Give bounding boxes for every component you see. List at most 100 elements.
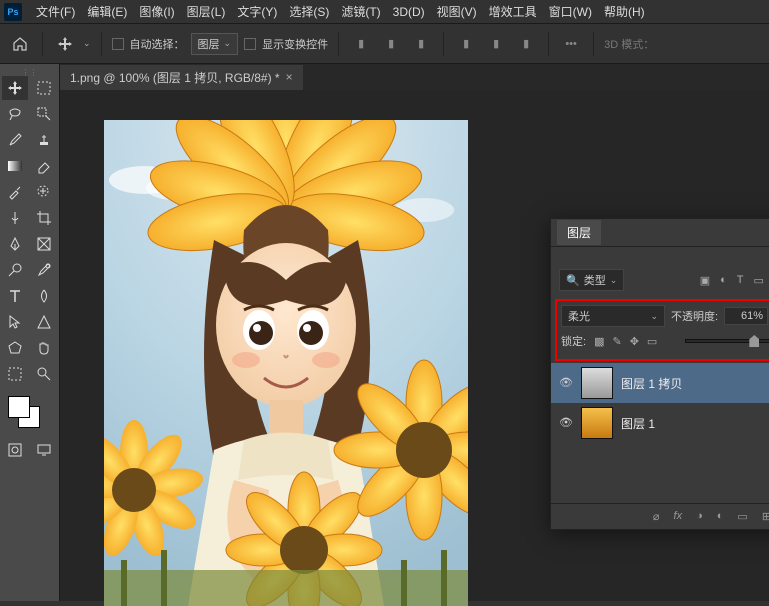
- lock-artboard-icon[interactable]: ▭: [647, 335, 657, 348]
- eraser-tool[interactable]: [31, 154, 57, 178]
- pen-tool[interactable]: [2, 232, 28, 256]
- document-tab-strip: 1.png @ 100% (图层 1 拷贝, RGB/8#) * ×: [60, 64, 769, 90]
- toolbox-handle[interactable]: ⋮⋮: [2, 68, 57, 76]
- canvas[interactable]: [104, 120, 468, 606]
- options-bar: ⌄ 自动选择： 图层⌄ 显示变换控件 ▮ ▮ ▮ ▮ ▮ ▮ ••• 3D 模式…: [0, 24, 769, 64]
- lasso-tool[interactable]: [2, 102, 28, 126]
- layer-name[interactable]: 图层 1: [621, 415, 655, 432]
- lock-label: 锁定:: [561, 333, 586, 349]
- rectangle-tool[interactable]: [2, 336, 28, 360]
- menu-edit[interactable]: 编辑(E): [81, 3, 133, 20]
- tool-preset-dropdown[interactable]: ⌄: [83, 38, 91, 49]
- group-icon[interactable]: ▭: [737, 510, 747, 523]
- menu-3d[interactable]: 3D(D): [387, 5, 431, 19]
- blur-tool[interactable]: [31, 284, 57, 308]
- menu-plugins[interactable]: 增效工具: [483, 3, 543, 20]
- align-left-icon[interactable]: ▮: [349, 32, 373, 56]
- link-layers-icon[interactable]: ⌀: [653, 510, 660, 523]
- quick-select-tool[interactable]: [31, 102, 57, 126]
- screen-mode-tool[interactable]: [31, 438, 57, 462]
- layer-fx-icon[interactable]: fx: [674, 510, 683, 523]
- menu-file[interactable]: 文件(F): [30, 3, 81, 20]
- layer-item[interactable]: 👁 图层 1 拷贝: [551, 363, 769, 403]
- show-transform-label: 显示变换控件: [262, 36, 328, 52]
- layer-thumbnail[interactable]: [581, 407, 613, 439]
- layers-panel-tab[interactable]: 图层: [557, 220, 601, 245]
- move-tool[interactable]: [2, 76, 28, 100]
- menu-select[interactable]: 选择(S): [283, 3, 335, 20]
- align-top-icon[interactable]: ▮: [454, 32, 478, 56]
- crop-tool[interactable]: [31, 206, 57, 230]
- blend-opacity-highlight: 柔光⌄ 不透明度: 61% ⌄ 锁定: ▩ ✎ ✥ ▭: [555, 299, 769, 361]
- align-right-icon[interactable]: ▮: [409, 32, 433, 56]
- menu-filter[interactable]: 滤镜(T): [335, 3, 386, 20]
- document-tab-close[interactable]: ×: [286, 70, 293, 84]
- history-brush-tool[interactable]: [31, 258, 57, 282]
- menu-image[interactable]: 图像(I): [133, 3, 180, 20]
- filter-shape-icon[interactable]: ▭: [754, 274, 764, 287]
- document-tab-title: 1.png @ 100% (图层 1 拷贝, RGB/8#) *: [70, 69, 280, 86]
- color-swatches[interactable]: [2, 396, 57, 432]
- type-tool[interactable]: [2, 284, 28, 308]
- filter-type-icon[interactable]: T: [737, 274, 744, 287]
- hand-tool[interactable]: [31, 336, 57, 360]
- lock-paint-icon[interactable]: ✎: [612, 335, 621, 348]
- show-transform-checkbox[interactable]: [244, 38, 256, 50]
- path-select-tool[interactable]: [2, 310, 28, 334]
- adjustment-layer-icon[interactable]: ◐: [717, 510, 724, 523]
- move-tool-indicator: [53, 32, 77, 56]
- layer-filter-type-dropdown[interactable]: 🔍 类型 ⌄: [559, 269, 624, 291]
- filter-adjust-icon[interactable]: ◐: [720, 274, 727, 287]
- opacity-label: 不透明度:: [671, 308, 718, 324]
- clone-stamp-tool[interactable]: [31, 128, 57, 152]
- shape-tool[interactable]: [31, 310, 57, 334]
- dodge-tool[interactable]: [2, 258, 28, 282]
- workspace: ⋮⋮: [0, 64, 769, 601]
- layer-name[interactable]: 图层 1 拷贝: [621, 375, 682, 392]
- opacity-slider[interactable]: [685, 339, 769, 343]
- lock-transparent-icon[interactable]: ▩: [594, 335, 604, 348]
- layer-item[interactable]: 👁 图层 1: [551, 403, 769, 443]
- document-tab[interactable]: 1.png @ 100% (图层 1 拷贝, RGB/8#) * ×: [60, 65, 303, 90]
- layer-thumbnail[interactable]: [581, 367, 613, 399]
- search-icon: 🔍: [566, 274, 580, 287]
- align-center-v-icon[interactable]: ▮: [484, 32, 508, 56]
- toolbox: ⋮⋮: [0, 64, 60, 601]
- layer-mask-icon[interactable]: ◑: [696, 510, 703, 523]
- blend-mode-dropdown[interactable]: 柔光⌄: [561, 305, 665, 327]
- filter-pixel-icon[interactable]: ▣: [700, 274, 710, 287]
- menu-layer[interactable]: 图层(L): [181, 3, 232, 20]
- paint-bucket-tool[interactable]: [2, 206, 28, 230]
- zoom-tool[interactable]: [31, 362, 57, 386]
- menu-window[interactable]: 窗口(W): [543, 3, 598, 20]
- layer-list: 👁 图层 1 拷贝 👁 图层 1: [551, 363, 769, 443]
- menu-view[interactable]: 视图(V): [431, 3, 483, 20]
- layers-panel: 图层 ◀◀ × ≡ 🔍 类型 ⌄ ▣ ◐ T: [550, 218, 769, 530]
- quick-mask-tool[interactable]: [2, 438, 28, 462]
- menubar: Ps 文件(F) 编辑(E) 图像(I) 图层(L) 文字(Y) 选择(S) 滤…: [0, 0, 769, 24]
- visibility-icon[interactable]: 👁: [559, 416, 573, 430]
- eyedropper-tool[interactable]: [2, 180, 28, 204]
- lock-position-icon[interactable]: ✥: [630, 335, 639, 348]
- visibility-icon[interactable]: 👁: [559, 376, 573, 390]
- canvas-area: 1.png @ 100% (图层 1 拷贝, RGB/8#) * ×: [60, 64, 769, 601]
- more-options-icon[interactable]: •••: [559, 32, 583, 56]
- align-center-h-icon[interactable]: ▮: [379, 32, 403, 56]
- brush-tool[interactable]: [2, 128, 28, 152]
- align-bottom-icon[interactable]: ▮: [514, 32, 538, 56]
- frame-tool[interactable]: [31, 232, 57, 256]
- home-button[interactable]: [8, 32, 32, 56]
- new-layer-icon[interactable]: ⊞: [762, 510, 769, 523]
- menu-type[interactable]: 文字(Y): [231, 3, 283, 20]
- mode-3d-label: 3D 模式：: [604, 36, 654, 52]
- foreground-color-swatch[interactable]: [8, 396, 30, 418]
- opacity-input[interactable]: 61%: [724, 307, 768, 325]
- auto-select-label: 自动选择：: [130, 36, 185, 52]
- auto-select-target-dropdown[interactable]: 图层⌄: [191, 33, 239, 55]
- marquee-tool[interactable]: [31, 76, 57, 100]
- menu-help[interactable]: 帮助(H): [598, 3, 651, 20]
- ellipse-tool[interactable]: [2, 362, 28, 386]
- spot-heal-tool[interactable]: [31, 180, 57, 204]
- auto-select-checkbox[interactable]: [112, 38, 124, 50]
- gradient-tool[interactable]: [2, 154, 28, 178]
